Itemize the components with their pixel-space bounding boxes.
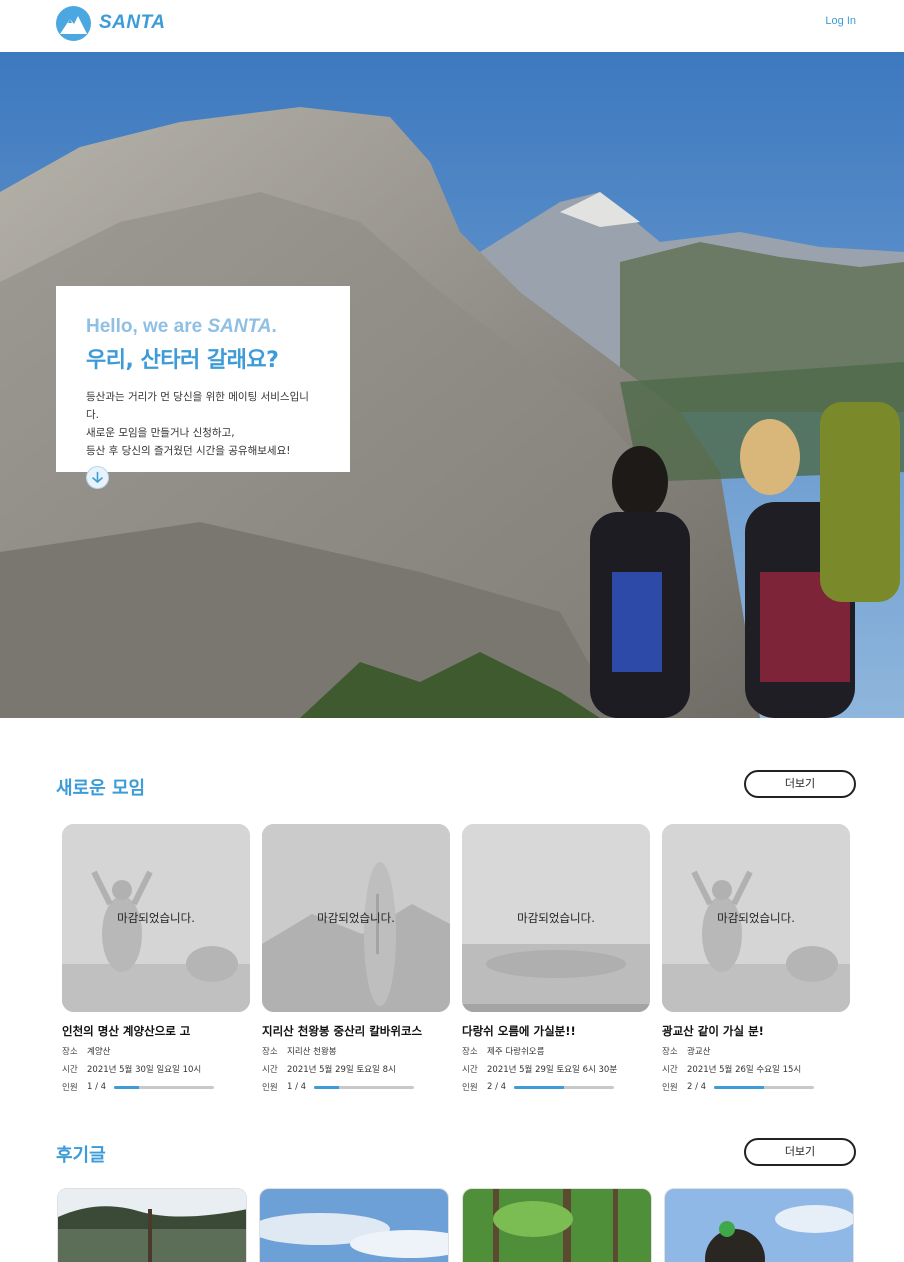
time-value: 2021년 5월 26일 수요일 15시 [687,1065,802,1075]
place-value: 광교산 [687,1047,711,1057]
meetings-section-title: 새로운 모임 [56,778,146,799]
people-label: 인원 [262,1083,278,1093]
people-progress-bar [314,1085,415,1089]
people-progress-bar [514,1085,615,1089]
time-value: 2021년 5월 29일 토요일 8시 [287,1065,396,1075]
time-value: 2021년 5월 29일 토요일 6시 30분 [487,1065,618,1075]
place-label: 장소 [262,1047,278,1057]
meeting-place-row: 장소 제주 다랑쉬오름 [462,1045,650,1057]
place-label: 장소 [462,1047,478,1057]
meetings-more-button[interactable]: 더보기 [744,770,856,798]
people-progress-fill [114,1085,140,1089]
hero-hello-suffix: . [271,316,277,337]
people-value: 1 / 4 [287,1082,307,1092]
time-label: 시간 [62,1065,78,1075]
people-value: 2 / 4 [487,1082,507,1092]
mountain-logo-icon [56,5,91,41]
scroll-down-button[interactable] [86,466,109,489]
review-card[interactable] [57,1188,247,1262]
review-photo [463,1189,651,1262]
people-progress-fill [314,1085,340,1089]
people-progress-bar [714,1085,815,1089]
meeting-people-row: 인원 1 / 4 [62,1081,250,1093]
closed-overlay: 마감되었습니다. [462,824,650,1012]
review-card[interactable] [462,1188,652,1262]
logo[interactable]: SANTA [56,5,166,41]
meeting-time-row: 시간 2021년 5월 26일 수요일 15시 [662,1063,850,1075]
place-label: 장소 [62,1047,78,1057]
meeting-people-row: 인원 2 / 4 [662,1081,850,1093]
meeting-card-title: 광교산 같이 가실 분! [662,1024,764,1038]
hero-banner: Hello, we are SANTA. 우리, 산타러 갈래요? 등산과는 거… [0,52,904,718]
review-card[interactable] [664,1188,854,1262]
review-photo [665,1189,853,1262]
hero-desc-line: 새로운 모임을 만들거나 신청하고, [86,427,235,439]
meeting-card-image: 마감되었습니다. [662,824,850,1012]
reviews-section-title: 후기글 [56,1145,106,1166]
meeting-card[interactable]: 마감되었습니다. 지리산 천왕봉 중산리 칼바위코스 장소 지리산 천왕봉 시간 2… [262,824,450,1093]
meeting-card-title: 다랑쉬 오름에 가실분!! [462,1024,576,1038]
place-value: 제주 다랑쉬오름 [487,1047,545,1057]
people-progress-fill [714,1085,765,1089]
hero-desc-line: 등산 후 당신의 즐거웠던 시간을 공유해보세요! [86,445,291,457]
meeting-card-image: 마감되었습니다. [462,824,650,1012]
meeting-place-row: 장소 광교산 [662,1045,850,1057]
closed-overlay: 마감되었습니다. [262,824,450,1012]
hero-intro-card: Hello, we are SANTA. 우리, 산타러 갈래요? 등산과는 거… [56,286,350,472]
meeting-card[interactable]: 마감되었습니다. 인천의 명산 계양산으로 고 장소 계양산 시간 2021년 5월… [62,824,250,1093]
meeting-time-row: 시간 2021년 5월 30일 일요일 10시 [62,1063,250,1075]
hero-desc-line: 등산과는 거리가 먼 당신을 위한 메이팅 서비스입니다. [86,391,309,421]
review-card[interactable] [259,1188,449,1262]
meeting-people-row: 인원 1 / 4 [262,1081,450,1093]
people-label: 인원 [462,1083,478,1093]
hero-hello-brand: SANTA [207,316,272,337]
closed-overlay: 마감되었습니다. [662,824,850,1012]
closed-overlay: 마감되었습니다. [62,824,250,1012]
meeting-card[interactable]: 마감되었습니다. 다랑쉬 오름에 가실분!! 장소 제주 다랑쉬오름 시간 2021… [462,824,650,1093]
meeting-card-title: 인천의 명산 계양산으로 고 [62,1024,191,1038]
people-progress-fill [514,1085,565,1089]
hero-hello: Hello, we are SANTA. [86,316,320,338]
meeting-card-title: 지리산 천왕봉 중산리 칼바위코스 [262,1024,423,1038]
place-value: 계양산 [87,1047,111,1057]
people-label: 인원 [62,1083,78,1093]
meeting-card-image: 마감되었습니다. [62,824,250,1012]
logo-text: SANTA [99,12,166,33]
place-label: 장소 [662,1047,678,1057]
review-photo [58,1189,246,1262]
hero-title: 우리, 산타러 갈래요? [86,348,279,373]
meeting-card[interactable]: 마감되었습니다. 광교산 같이 가실 분! 장소 광교산 시간 2021년 5월 2… [662,824,850,1093]
meeting-people-row: 인원 2 / 4 [462,1081,650,1093]
place-value: 지리산 천왕봉 [287,1047,337,1057]
time-label: 시간 [662,1065,678,1075]
review-photo [260,1189,448,1262]
reviews-more-button[interactable]: 더보기 [744,1138,856,1166]
meeting-place-row: 장소 지리산 천왕봉 [262,1045,450,1057]
hikers-figures [590,402,900,718]
time-value: 2021년 5월 30일 일요일 10시 [87,1065,202,1075]
meeting-card-image: 마감되었습니다. [262,824,450,1012]
people-value: 1 / 4 [87,1082,107,1092]
meeting-time-row: 시간 2021년 5월 29일 토요일 8시 [262,1063,450,1075]
header: SANTA Log In [0,0,904,52]
people-label: 인원 [662,1083,678,1093]
arrow-down-icon [92,471,103,483]
meeting-time-row: 시간 2021년 5월 29일 토요일 6시 30분 [462,1063,650,1075]
hero-description: 등산과는 거리가 먼 당신을 위한 메이팅 서비스입니다. 새로운 모임을 만들… [86,388,320,460]
hero-hello-prefix: Hello, we are [86,316,208,337]
login-link[interactable]: Log In [825,15,856,27]
time-label: 시간 [462,1065,478,1075]
time-label: 시간 [262,1065,278,1075]
meeting-place-row: 장소 계양산 [62,1045,250,1057]
people-progress-bar [114,1085,215,1089]
people-value: 2 / 4 [687,1082,707,1092]
